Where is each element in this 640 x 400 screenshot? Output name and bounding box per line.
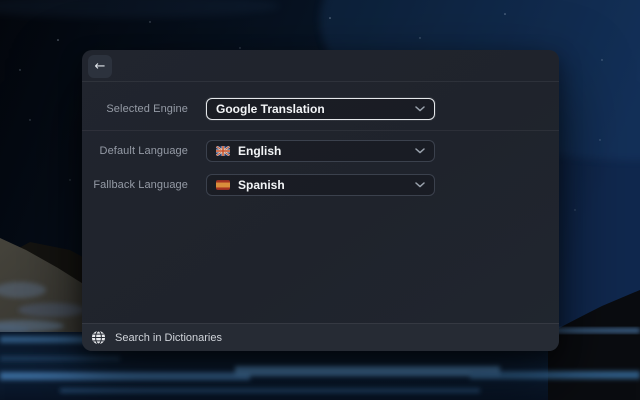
settings-window: ← Selected Engine Google Translation Def…: [82, 50, 559, 351]
selected-engine-label: Selected Engine: [82, 103, 188, 115]
search-in-dictionaries-row[interactable]: Search in Dictionaries: [82, 323, 559, 351]
selected-engine-value: Google Translation: [216, 102, 325, 116]
chevron-down-icon: [415, 148, 425, 154]
globe-icon: [91, 330, 106, 345]
desktop: ← Selected Engine Google Translation Def…: [0, 0, 640, 400]
default-language-label: Default Language: [82, 145, 188, 157]
selected-engine-dropdown[interactable]: Google Translation: [206, 98, 435, 120]
fallback-language-label: Fallback Language: [82, 179, 188, 191]
window-header: ←: [82, 50, 559, 82]
arrow-left-icon: ←: [95, 59, 106, 74]
default-language-row: Default Language English: [82, 134, 559, 168]
fallback-language-row: Fallback Language Spanish: [82, 168, 559, 202]
chevron-down-icon: [415, 106, 425, 112]
uk-flag-icon: [216, 146, 230, 156]
default-language-value: English: [238, 144, 281, 158]
spain-flag-icon: [216, 180, 230, 190]
chevron-down-icon: [415, 182, 425, 188]
selected-engine-row: Selected Engine Google Translation: [82, 82, 559, 131]
fallback-language-value: Spanish: [238, 178, 285, 192]
search-in-dictionaries-label: Search in Dictionaries: [115, 332, 222, 344]
back-button[interactable]: ←: [88, 55, 112, 78]
fallback-language-dropdown[interactable]: Spanish: [206, 174, 435, 196]
language-section: Default Language English: [82, 131, 559, 202]
default-language-dropdown[interactable]: English: [206, 140, 435, 162]
